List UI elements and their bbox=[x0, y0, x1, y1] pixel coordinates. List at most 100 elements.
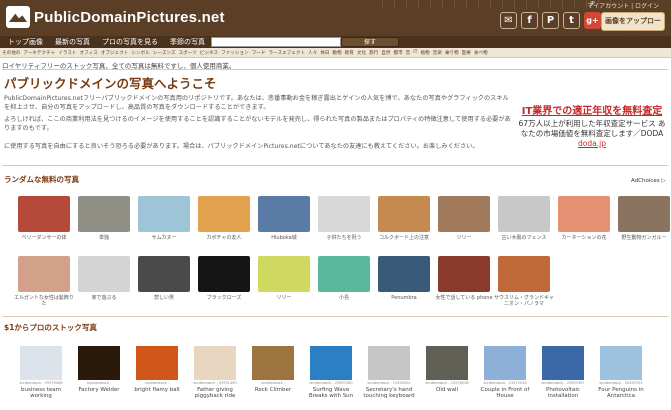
nav-item[interactable]: プロの写真を見る bbox=[102, 37, 158, 47]
facebook-icon[interactable]: f bbox=[521, 12, 538, 29]
language-option[interactable] bbox=[430, 0, 442, 9]
stock-title[interactable]: Secretary's hand touching keyboard bbox=[361, 387, 417, 399]
language-option[interactable] bbox=[382, 0, 394, 9]
upload-button[interactable]: 画像をアップロード bbox=[601, 12, 665, 42]
search-button[interactable]: 探す bbox=[341, 37, 399, 47]
nav-item[interactable]: 最新の写真 bbox=[55, 37, 90, 47]
category-link[interactable]: オブジェクト bbox=[101, 50, 129, 56]
stock-thumbnail[interactable] bbox=[78, 346, 120, 380]
stock-thumbnail[interactable] bbox=[20, 346, 62, 380]
stock-title[interactable]: Factory Welder bbox=[71, 387, 127, 393]
photo-thumbnail[interactable] bbox=[378, 196, 430, 232]
language-option[interactable] bbox=[526, 0, 538, 9]
category-link[interactable]: フード bbox=[252, 50, 266, 56]
photo-thumbnail[interactable] bbox=[498, 196, 550, 232]
photo-thumbnail[interactable] bbox=[258, 256, 310, 292]
photo-caption[interactable]: ツリー bbox=[432, 235, 496, 241]
photo-caption[interactable]: Hluboka城 bbox=[252, 235, 316, 241]
category-link[interactable]: 食べ物 bbox=[474, 50, 488, 56]
stock-title[interactable]: Four Penguins in Antarctica bbox=[593, 387, 649, 399]
nav-item[interactable]: 季節の写真 bbox=[170, 37, 205, 47]
category-link[interactable]: 医療 bbox=[462, 50, 471, 56]
photo-caption[interactable]: Penumbra bbox=[372, 295, 436, 301]
language-option[interactable] bbox=[418, 0, 430, 9]
photo-caption[interactable]: ブラックローズ bbox=[192, 295, 256, 301]
category-link[interactable]: ファッション bbox=[221, 50, 249, 56]
stock-title[interactable]: Old wall bbox=[419, 387, 475, 393]
language-option[interactable] bbox=[550, 0, 562, 9]
stock-title[interactable]: Father giving piggyback ride bbox=[187, 387, 243, 399]
search-input[interactable] bbox=[211, 37, 341, 47]
category-link[interactable]: その他の bbox=[2, 50, 20, 56]
photo-caption[interactable]: コルクボード上の注意 bbox=[372, 235, 436, 241]
email-share-icon[interactable]: ✉ bbox=[500, 12, 517, 29]
language-option[interactable] bbox=[478, 0, 490, 9]
photo-caption[interactable]: 家で遊ぶる bbox=[72, 295, 136, 301]
photo-caption[interactable]: サムカヌー bbox=[132, 235, 196, 241]
category-link[interactable]: 音 bbox=[406, 50, 411, 56]
photo-caption[interactable]: 悲しい男 bbox=[132, 295, 196, 301]
photo-thumbnail[interactable] bbox=[618, 196, 670, 232]
category-link[interactable]: 自然 bbox=[381, 50, 390, 56]
category-link[interactable]: スポーツ bbox=[178, 50, 196, 56]
photo-thumbnail[interactable] bbox=[438, 256, 490, 292]
language-option[interactable] bbox=[466, 0, 478, 9]
photo-thumbnail[interactable] bbox=[138, 196, 190, 232]
photo-caption[interactable]: カボチャの友人 bbox=[192, 235, 256, 241]
adchoices-label[interactable]: AdChoices ▷ bbox=[631, 178, 666, 184]
category-link[interactable]: 休日 bbox=[320, 50, 329, 56]
category-link[interactable]: 動物 bbox=[332, 50, 341, 56]
photo-thumbnail[interactable] bbox=[78, 196, 130, 232]
photo-caption[interactable]: 古い木製のフェンス bbox=[492, 235, 556, 241]
photo-thumbnail[interactable] bbox=[18, 256, 70, 292]
language-option[interactable] bbox=[514, 0, 526, 9]
photo-thumbnail[interactable] bbox=[498, 256, 550, 292]
category-link[interactable]: 文化 bbox=[357, 50, 366, 56]
category-link[interactable]: シンボル bbox=[131, 50, 149, 56]
language-option[interactable] bbox=[538, 0, 550, 9]
stock-thumbnail[interactable] bbox=[368, 346, 410, 380]
category-link[interactable]: 教育 bbox=[345, 50, 354, 56]
category-link[interactable]: 音楽 bbox=[433, 50, 442, 56]
google-plus-icon[interactable]: g+ bbox=[584, 12, 601, 29]
stock-title[interactable]: bright flamy ball bbox=[129, 387, 185, 393]
pinterest-icon[interactable]: P bbox=[542, 12, 559, 29]
category-link[interactable]: 人々 bbox=[308, 50, 317, 56]
category-link[interactable]: 旅行 bbox=[369, 50, 378, 56]
stock-thumbnail[interactable] bbox=[252, 346, 294, 380]
stock-thumbnail[interactable] bbox=[542, 346, 584, 380]
photo-caption[interactable]: サウスリム・グランドキャニオン・パノラマ bbox=[492, 295, 556, 307]
category-link[interactable]: アーキテクチャ bbox=[23, 50, 55, 56]
language-option[interactable] bbox=[502, 0, 514, 9]
photo-thumbnail[interactable] bbox=[198, 256, 250, 292]
photo-thumbnail[interactable] bbox=[138, 256, 190, 292]
category-link[interactable]: 乗り物 bbox=[445, 50, 459, 56]
stock-thumbnail[interactable] bbox=[426, 346, 468, 380]
site-logo[interactable]: PublicDomainPictures.net bbox=[6, 6, 225, 28]
category-link[interactable]: シーズンズ bbox=[153, 50, 176, 56]
category-link[interactable]: IT bbox=[413, 50, 417, 55]
photo-caption[interactable]: 子供たちを祝う bbox=[312, 235, 376, 241]
text-ad[interactable]: IT業界での適正年収を無料査定 67万人以上が利用した年収査定サービス あなたの… bbox=[518, 102, 666, 148]
language-option[interactable] bbox=[442, 0, 454, 9]
language-option[interactable] bbox=[406, 0, 418, 9]
language-option[interactable] bbox=[394, 0, 406, 9]
stock-title[interactable]: Photovoltaic installation bbox=[535, 387, 591, 399]
stock-title[interactable]: Couple in Front of House bbox=[477, 387, 533, 399]
photo-caption[interactable]: カーネーションの花 bbox=[552, 235, 616, 241]
stock-thumbnail[interactable] bbox=[600, 346, 642, 380]
ad-link[interactable]: doda.jp bbox=[518, 139, 666, 148]
photo-thumbnail[interactable] bbox=[558, 196, 610, 232]
category-link[interactable]: 都市 bbox=[393, 50, 402, 56]
category-link[interactable]: ビジネス bbox=[200, 50, 218, 56]
photo-caption[interactable]: リリー bbox=[252, 295, 316, 301]
twitter-icon[interactable]: t bbox=[563, 12, 580, 29]
stock-thumbnail[interactable] bbox=[310, 346, 352, 380]
photo-caption[interactable]: 野生動物ガンガルー bbox=[612, 235, 671, 241]
photo-thumbnail[interactable] bbox=[258, 196, 310, 232]
category-link[interactable]: イラスト bbox=[58, 50, 76, 56]
photo-caption[interactable]: ベリーダンサーの体 bbox=[12, 235, 76, 241]
stock-title[interactable]: Rock Climber bbox=[245, 387, 301, 393]
photo-thumbnail[interactable] bbox=[378, 256, 430, 292]
stock-thumbnail[interactable] bbox=[136, 346, 178, 380]
